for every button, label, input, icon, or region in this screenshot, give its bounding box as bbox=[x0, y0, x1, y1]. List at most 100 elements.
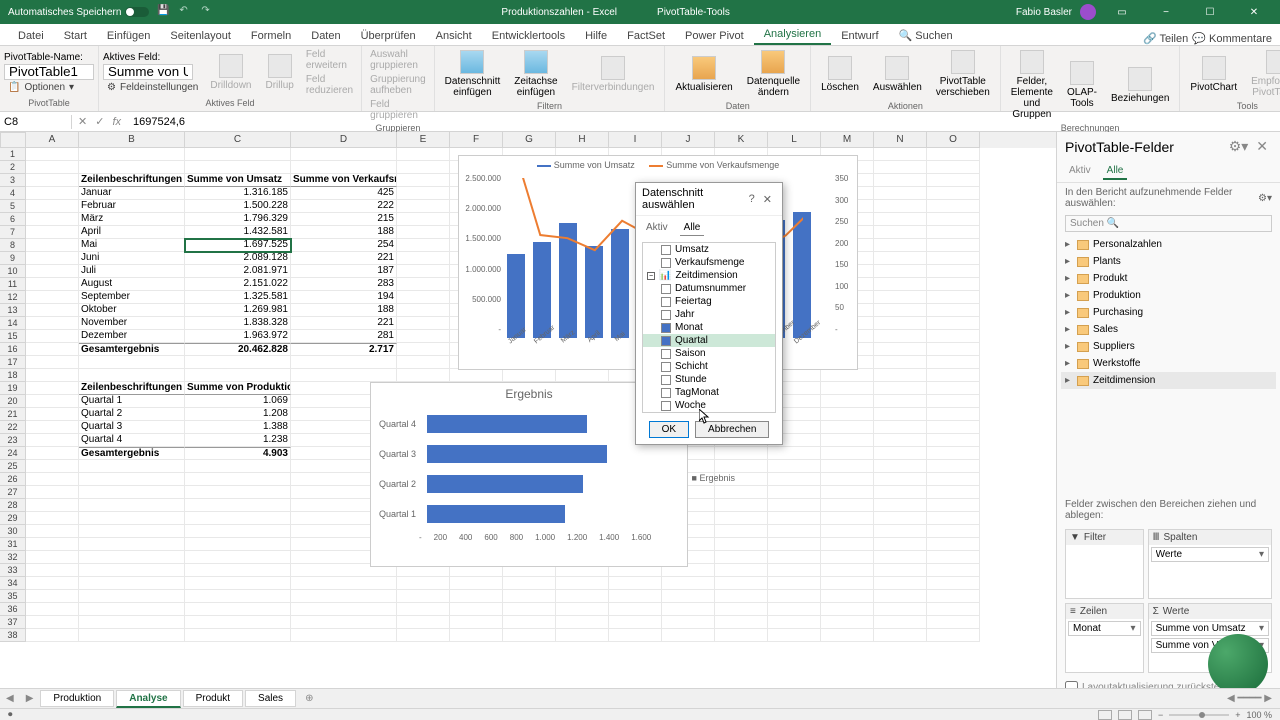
row-header[interactable]: 27 bbox=[0, 486, 26, 499]
minimize-icon[interactable]: − bbox=[1148, 0, 1184, 24]
undo-icon[interactable]: ↶ bbox=[179, 5, 193, 19]
dialog-field-item[interactable]: Datumsnummer bbox=[643, 282, 775, 295]
tab-start[interactable]: Start bbox=[54, 27, 97, 45]
tab-hilfe[interactable]: Hilfe bbox=[575, 27, 617, 45]
row-header[interactable]: 6 bbox=[0, 213, 26, 226]
col-header[interactable]: J bbox=[662, 132, 715, 148]
field-tree-item[interactable]: ▸Produkt bbox=[1061, 270, 1276, 287]
row-header[interactable]: 20 bbox=[0, 395, 26, 408]
active-field-input[interactable] bbox=[103, 64, 193, 80]
field-tree-item[interactable]: ▸Personalzahlen bbox=[1061, 236, 1276, 253]
row-header[interactable]: 25 bbox=[0, 460, 26, 473]
dialog-cancel-button[interactable]: Abbrechen bbox=[695, 421, 769, 438]
dialog-field-list[interactable]: UmsatzVerkaufsmenge− 📊 ZeitdimensionDatu… bbox=[642, 242, 776, 413]
tab-ueberpruefen[interactable]: Überprüfen bbox=[351, 27, 426, 45]
dialog-field-item[interactable]: TagMonat bbox=[643, 386, 775, 399]
close-icon[interactable]: ✕ bbox=[1236, 0, 1272, 24]
dialog-ok-button[interactable]: OK bbox=[649, 421, 689, 438]
col-header[interactable]: O bbox=[927, 132, 980, 148]
field-layout-icon[interactable]: ⚙▾ bbox=[1258, 193, 1272, 204]
select-all-corner[interactable] bbox=[0, 132, 26, 148]
dialog-field-item[interactable]: Schicht bbox=[643, 360, 775, 373]
formula-input[interactable]: 1697524,6 bbox=[127, 115, 1280, 129]
row-header[interactable]: 32 bbox=[0, 551, 26, 564]
dialog-field-item[interactable]: Jahr bbox=[643, 308, 775, 321]
field-tree-item[interactable]: ▸Werkstoffe bbox=[1061, 355, 1276, 372]
col-header[interactable]: F bbox=[450, 132, 503, 148]
fx-icon[interactable]: fx bbox=[112, 116, 121, 128]
field-tree-item[interactable]: ▸Produktion bbox=[1061, 287, 1276, 304]
col-header[interactable]: B bbox=[79, 132, 185, 148]
record-macro-icon[interactable]: ⏺ bbox=[0, 709, 13, 720]
pivotchart-button[interactable]: PivotChart bbox=[1184, 54, 1243, 95]
tab-suchen[interactable]: 🔍 Suchen bbox=[889, 26, 963, 45]
row-header[interactable]: 1 bbox=[0, 148, 26, 161]
tab-factset[interactable]: FactSet bbox=[617, 27, 675, 45]
row-header[interactable]: 19 bbox=[0, 382, 26, 395]
filter-area[interactable]: ▼ Filter bbox=[1065, 529, 1144, 599]
row-header[interactable]: 13 bbox=[0, 304, 26, 317]
field-tree-item[interactable]: ▸Plants bbox=[1061, 253, 1276, 270]
dialog-field-item[interactable]: Woche bbox=[643, 399, 775, 412]
fields-items-button[interactable]: Felder, Elemente und Gruppen bbox=[1005, 48, 1059, 122]
sheet-tab[interactable]: Analyse bbox=[116, 690, 180, 708]
insert-slicer-button[interactable]: Datenschnitt einfügen bbox=[439, 48, 507, 100]
row-header[interactable]: 15 bbox=[0, 330, 26, 343]
pt-options-button[interactable]: 📋 Optionen ▾ bbox=[4, 81, 94, 94]
dialog-field-item[interactable]: − 📊 Zeitdimension bbox=[643, 269, 775, 282]
field-tree-item[interactable]: ▸Suppliers bbox=[1061, 338, 1276, 355]
zoom-out-icon[interactable]: − bbox=[1158, 710, 1163, 720]
sheet-tab[interactable]: Sales bbox=[245, 690, 296, 707]
tab-powerpivot[interactable]: Power Pivot bbox=[675, 27, 754, 45]
dialog-field-item[interactable]: Feiertag bbox=[643, 295, 775, 308]
sheet-tab[interactable]: Produkt bbox=[183, 690, 243, 707]
user-avatar[interactable] bbox=[1080, 4, 1096, 20]
col-header[interactable]: E bbox=[397, 132, 450, 148]
page-layout-view-icon[interactable] bbox=[1118, 710, 1132, 720]
row-header[interactable]: 23 bbox=[0, 434, 26, 447]
clear-button[interactable]: Löschen bbox=[815, 54, 865, 95]
move-pt-button[interactable]: PivotTable verschieben bbox=[930, 48, 996, 100]
tab-datei[interactable]: Datei bbox=[8, 27, 54, 45]
col-header[interactable]: C bbox=[185, 132, 291, 148]
dialog-field-item[interactable]: Stunde bbox=[643, 373, 775, 386]
row-header[interactable]: 12 bbox=[0, 291, 26, 304]
row-header[interactable]: 24 bbox=[0, 447, 26, 460]
enter-formula-icon[interactable]: ✓ bbox=[95, 115, 104, 128]
row-header[interactable]: 31 bbox=[0, 538, 26, 551]
row-header[interactable]: 34 bbox=[0, 577, 26, 590]
field-tree-item[interactable]: ▸Zeitdimension bbox=[1061, 372, 1276, 389]
row-header[interactable]: 17 bbox=[0, 356, 26, 369]
row-header[interactable]: 26 bbox=[0, 473, 26, 486]
row-header[interactable]: 7 bbox=[0, 226, 26, 239]
cancel-formula-icon[interactable]: ✕ bbox=[78, 115, 87, 128]
dialog-tab-active[interactable]: Aktiv bbox=[642, 220, 672, 236]
insert-timeline-button[interactable]: Zeitachse einfügen bbox=[508, 48, 563, 100]
field-subtab-active[interactable]: Aktiv bbox=[1065, 163, 1095, 180]
relationships-button[interactable]: Beziehungen bbox=[1105, 65, 1175, 106]
refresh-button[interactable]: Aktualisieren bbox=[669, 54, 738, 95]
row-header[interactable]: 14 bbox=[0, 317, 26, 330]
tab-einfuegen[interactable]: Einfügen bbox=[97, 27, 160, 45]
row-header[interactable]: 21 bbox=[0, 408, 26, 421]
tab-ansicht[interactable]: Ansicht bbox=[426, 27, 482, 45]
share-button[interactable]: 🔗 Teilen bbox=[1143, 32, 1188, 45]
row-header[interactable]: 4 bbox=[0, 187, 26, 200]
select-button[interactable]: Auswählen bbox=[867, 54, 928, 95]
row-header[interactable]: 11 bbox=[0, 278, 26, 291]
col-header[interactable]: H bbox=[556, 132, 609, 148]
col-header[interactable]: A bbox=[26, 132, 79, 148]
pt-name-input[interactable] bbox=[4, 64, 94, 80]
normal-view-icon[interactable] bbox=[1098, 710, 1112, 720]
zoom-in-icon[interactable]: + bbox=[1235, 710, 1240, 720]
save-icon[interactable]: 💾 bbox=[157, 5, 171, 19]
field-settings-button[interactable]: ⚙ Feldeinstellungen bbox=[103, 81, 202, 94]
sheet-tab[interactable]: Produktion bbox=[40, 690, 114, 707]
row-header[interactable]: 5 bbox=[0, 200, 26, 213]
field-panel-gear-icon[interactable]: ⚙▾ bbox=[1225, 138, 1253, 155]
name-box[interactable]: C8 bbox=[0, 115, 72, 129]
col-header[interactable]: I bbox=[609, 132, 662, 148]
dialog-tab-all[interactable]: Alle bbox=[680, 220, 705, 236]
col-header[interactable]: M bbox=[821, 132, 874, 148]
row-header[interactable]: 22 bbox=[0, 421, 26, 434]
